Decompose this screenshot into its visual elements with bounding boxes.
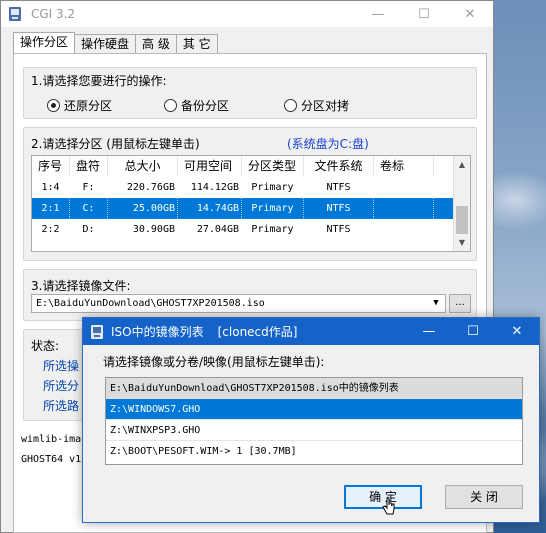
status-line-path: 所选路 (43, 399, 80, 413)
col-free[interactable]: 可用空间 (178, 156, 242, 177)
list-item[interactable]: Z:\BOOT\PESOFT.WIM-> 1 [30.7MB] (106, 441, 522, 462)
scroll-up-icon[interactable]: ▲ (454, 156, 470, 173)
tab-other[interactable]: 其 它 (175, 34, 218, 53)
col-type[interactable]: 分区类型 (242, 156, 304, 177)
radio-restore-indicator (47, 99, 60, 112)
scroll-thumb[interactable] (456, 206, 468, 234)
image-path-combo[interactable]: E:\BaiduYunDownload\GHOST7XP201508.iso ▼ (31, 294, 446, 313)
col-drive[interactable]: 盘符 (70, 156, 108, 177)
cell-total: 30.90GB (132, 224, 175, 235)
dialog-title: ISO中的镜像列表 (111, 325, 204, 339)
cell-total: 25.00GB (108, 198, 178, 219)
radio-clone-indicator (284, 99, 297, 112)
close-button[interactable]: ✕ (447, 1, 493, 27)
cell-type: Primary (251, 224, 294, 235)
dialog-maximize-button[interactable]: ☐ (451, 318, 495, 345)
partition-table-scrollbar[interactable]: ▲ ▼ (453, 156, 470, 251)
dialog-subtitle: [clonecd作品] (217, 325, 298, 339)
radio-backup[interactable]: 备份分区 (164, 97, 229, 114)
cell-label (374, 198, 434, 219)
system-drive-note: (系统盘为C:盘) (287, 137, 369, 151)
dialog-close-button[interactable]: ✕ (495, 318, 539, 345)
dialog-prompt: 请选择镜像或分卷/映像(用鼠标左键单击): (103, 355, 325, 369)
radio-clone-label: 分区对拷 (301, 99, 350, 113)
cell-drive: F: (82, 182, 95, 193)
partition-group-title: 2.请选择分区 (用鼠标左键单击) (31, 137, 200, 151)
scroll-down-icon[interactable]: ▼ (454, 234, 470, 251)
wimlib-version: wimlib-imag (21, 434, 88, 445)
cell-index: 2:2 (41, 224, 60, 235)
table-row-selected[interactable]: 2:1 C: 25.00GB 14.74GB Primary NTFS (32, 198, 470, 219)
radio-clone[interactable]: 分区对拷 (284, 97, 349, 114)
col-label[interactable]: 卷标 (374, 156, 434, 177)
col-total[interactable]: 总大小 (108, 156, 178, 177)
cell-fs: NTFS (304, 198, 374, 219)
tab-disk-ops[interactable]: 操作硬盘 (74, 34, 137, 53)
tab-strip: 操作分区 操作硬盘 高 级 其 它 (13, 32, 218, 54)
tab-advanced[interactable]: 高 级 (135, 34, 177, 53)
cell-label (374, 219, 434, 240)
main-window-title: CGI 3.2 (31, 7, 76, 21)
radio-backup-indicator (164, 99, 177, 112)
list-item[interactable]: Z:\WINXPSP3.GHO (106, 420, 522, 441)
image-path-value: E:\BaiduYunDownload\GHOST7XP201508.iso (36, 298, 265, 309)
ghost-version: GHOST64 v1 (21, 454, 82, 465)
operation-group-title: 1.请选择您要进行的操作: (31, 74, 167, 88)
col-index[interactable]: 序号 (32, 156, 70, 177)
cell-label (374, 177, 434, 198)
cell-total: 220.76GB (126, 182, 175, 193)
iso-image-list[interactable]: E:\BaiduYunDownload\GHOST7XP201508.iso中的… (105, 377, 523, 465)
cell-free: 114.12GB (190, 182, 239, 193)
cell-fs: NTFS (326, 224, 351, 235)
browse-button[interactable]: ... (449, 294, 471, 313)
maximize-button[interactable]: ☐ (401, 1, 447, 27)
app-icon (89, 324, 105, 340)
cell-type: Primary (242, 198, 304, 219)
cell-free: 14.74GB (178, 198, 242, 219)
partition-table[interactable]: 序号 盘符 总大小 可用空间 分区类型 文件系统 卷标 1:4 F: 220.7… (31, 155, 471, 252)
cell-drive: D: (82, 224, 95, 235)
dialog-minimize-button[interactable]: — (407, 318, 451, 345)
cell-drive: C: (70, 198, 108, 219)
cell-index: 1:4 (41, 182, 60, 193)
cell-fs: NTFS (326, 182, 351, 193)
iso-image-list-dialog: ISO中的镜像列表 [clonecd作品] — ☐ ✕ 请选择镜像或分卷/映像(… (82, 317, 540, 523)
close-dialog-button[interactable]: 关 闭 (445, 485, 523, 509)
app-icon (7, 6, 23, 22)
minimize-button[interactable]: — (355, 1, 401, 27)
status-title: 状态: (31, 339, 60, 353)
radio-restore[interactable]: 还原分区 (47, 97, 112, 114)
status-line-operation: 所选操 (43, 359, 80, 373)
list-item-selected[interactable]: Z:\WINDOWS7.GHO (106, 399, 522, 420)
radio-restore-label: 还原分区 (64, 99, 113, 113)
tab-partition-ops[interactable]: 操作分区 (13, 32, 76, 53)
main-titlebar[interactable]: CGI 3.2 — ☐ ✕ (1, 1, 493, 27)
col-fs[interactable]: 文件系统 (304, 156, 374, 177)
cell-index: 2:1 (32, 198, 70, 219)
dialog-titlebar[interactable]: ISO中的镜像列表 [clonecd作品] — ☐ ✕ (83, 318, 539, 345)
cell-type: Primary (251, 182, 294, 193)
table-row[interactable]: 2:2 D: 30.90GB 27.04GB Primary NTFS (32, 219, 470, 240)
cell-free: 27.04GB (196, 224, 239, 235)
table-row[interactable]: 1:4 F: 220.76GB 114.12GB Primary NTFS (32, 177, 470, 198)
partition-table-header: 序号 盘符 总大小 可用空间 分区类型 文件系统 卷标 (32, 156, 470, 177)
chevron-down-icon[interactable]: ▼ (427, 295, 445, 312)
status-line-partition: 所选分 (43, 379, 80, 393)
hand-cursor-icon (382, 497, 395, 515)
image-file-group-title: 3.请选择镜像文件: (31, 279, 131, 293)
list-header: E:\BaiduYunDownload\GHOST7XP201508.iso中的… (106, 378, 522, 399)
radio-backup-label: 备份分区 (181, 99, 230, 113)
